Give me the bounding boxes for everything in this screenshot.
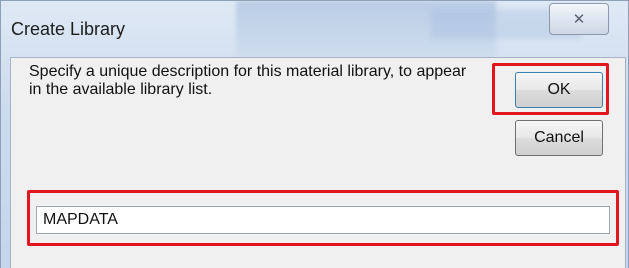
close-icon: ✕ [572,10,586,28]
dialog-description: Specify a unique description for this ma… [29,63,467,98]
create-library-dialog: Create Library ✕ Specify a unique descri… [0,0,629,268]
cancel-button[interactable]: Cancel [515,120,603,156]
dialog-title: Create Library [11,19,126,39]
library-name-input[interactable] [36,206,610,234]
cancel-button-label: Cancel [534,129,584,146]
close-button[interactable]: ✕ [549,3,609,35]
ok-button-label: OK [547,81,571,98]
ok-button[interactable]: OK [515,72,603,108]
